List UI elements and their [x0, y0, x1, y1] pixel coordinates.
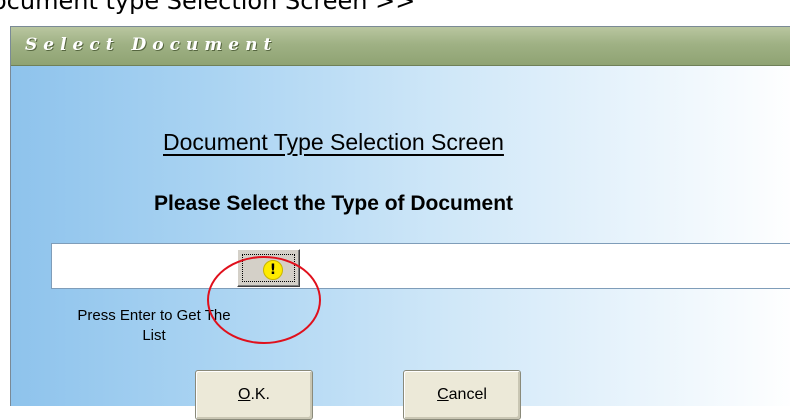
cancel-label: ancel: [448, 386, 487, 403]
hint-text: Press Enter to Get The List: [39, 306, 269, 346]
document-lookup-button[interactable]: !: [237, 249, 300, 287]
ok-button[interactable]: O .K.: [195, 370, 313, 420]
select-document-dialog: Select Document Document Type Selection …: [10, 26, 790, 420]
page-subheading: Please Select the Type of Document: [154, 192, 514, 215]
focus-rectangle: !: [242, 254, 295, 282]
document-type-input[interactable]: [51, 243, 790, 289]
title-bar[interactable]: Select Document: [11, 27, 790, 66]
ok-label: .K.: [250, 386, 270, 403]
hint-line-1: Press Enter to Get The: [77, 307, 231, 324]
exclamation-icon: !: [263, 260, 283, 280]
dialog-body: Document Type Selection Screen Please Se…: [11, 66, 790, 420]
window-title: Select Document: [25, 35, 278, 55]
cancel-mnemonic: C: [437, 386, 449, 403]
ok-mnemonic: O: [237, 386, 251, 403]
page-heading: Document Type Selection Screen: [163, 129, 504, 155]
cancel-button[interactable]: Cancel: [403, 370, 521, 420]
screenshot-caption: ocument type Selection Screen >>: [0, 0, 416, 15]
hint-line-2: List: [142, 327, 166, 344]
